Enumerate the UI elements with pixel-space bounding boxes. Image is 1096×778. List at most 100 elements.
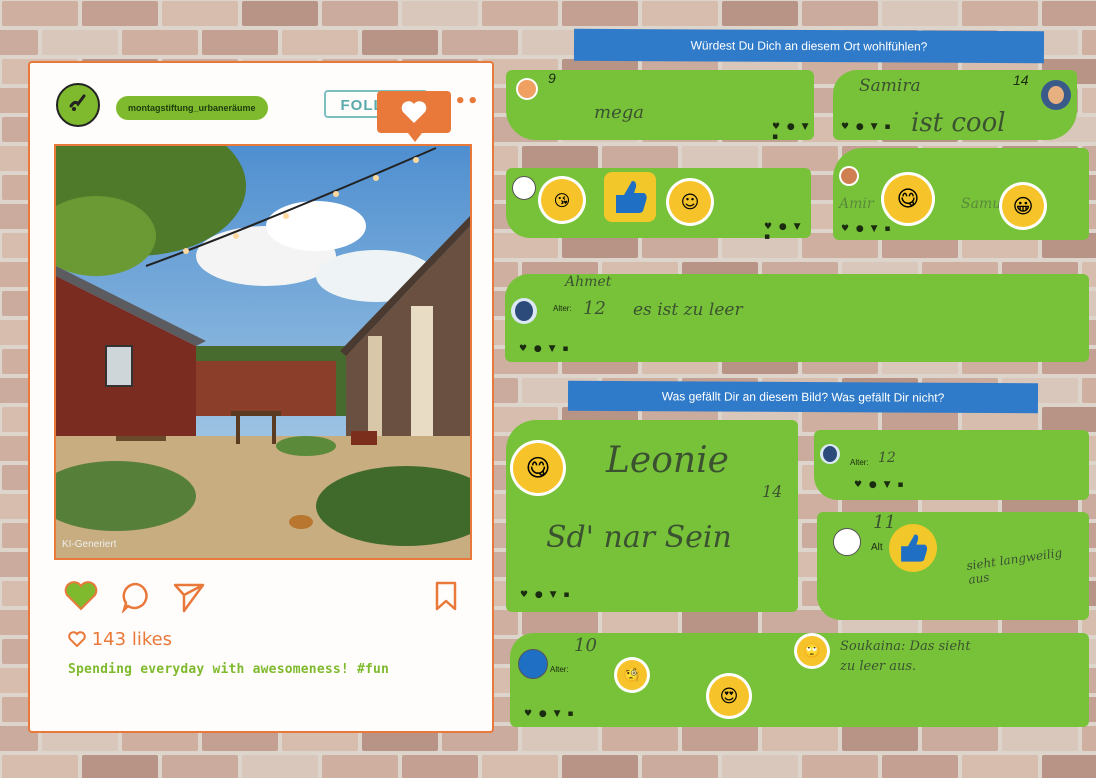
note-age: 12 — [583, 298, 606, 319]
brick — [922, 726, 998, 751]
note-handwriting: mega — [594, 102, 644, 123]
likes-text: 143 likes — [91, 629, 173, 650]
avatar-icon — [820, 444, 840, 464]
note-action-icons: ♥ ● ▼ ▪ — [520, 590, 572, 600]
brick — [682, 610, 758, 635]
brick — [562, 1, 638, 26]
rolling-eyes-emoji-icon: 🙄 — [794, 633, 830, 669]
note-age-label: Alter: — [550, 665, 569, 674]
note-name-2: Samu — [961, 196, 1002, 212]
note-handwriting-2: zu leer aus. — [840, 659, 917, 674]
heart-eyes-emoji-icon: 😍 — [706, 673, 752, 719]
note-handwriting-2: Sd' nar Sein — [546, 520, 732, 555]
brick — [162, 755, 238, 778]
smiley-emoji-icon: ☺ — [666, 178, 714, 226]
question-banner-2: Was gefällt Dir an diesem Bild? Was gefä… — [567, 380, 1039, 414]
brick — [642, 755, 718, 778]
brick — [1082, 88, 1096, 113]
brick — [82, 1, 158, 26]
brick — [2, 755, 78, 778]
brick — [842, 726, 918, 751]
note-age: 10 — [574, 635, 597, 656]
note-action-icons: ♥ ● ▼ ▪ — [519, 344, 571, 354]
winking-emoji-icon: 😋 — [510, 440, 566, 496]
brick — [82, 755, 158, 778]
photo-heart-overlay-icon — [377, 91, 451, 142]
kissing-face-emoji-icon: 😘 — [538, 176, 586, 224]
note-age: 12 — [878, 450, 896, 466]
avatar-placeholder — [833, 528, 861, 556]
brick — [42, 30, 118, 55]
brick — [602, 726, 678, 751]
brick — [442, 30, 518, 55]
note-age: 9 — [548, 70, 556, 86]
brick — [882, 1, 958, 26]
brick — [722, 1, 798, 26]
brick — [322, 1, 398, 26]
note-handwriting: es ist zu leer — [633, 300, 743, 320]
comment-note-6: 😋 Leonie 14 Sd' nar Sein ♥ ● ▼ ▪ — [506, 420, 798, 612]
note-action-icons: ♥ ● ▼ ▪ — [841, 122, 893, 132]
brick — [962, 1, 1038, 26]
avatar-icon — [839, 166, 859, 186]
avatar-icon — [516, 78, 538, 100]
brick — [802, 755, 878, 778]
avatar-icon — [511, 298, 537, 324]
brick — [282, 30, 358, 55]
question-banner-1: Würdest Du Dich an diesem Ort wohlfühlen… — [573, 28, 1045, 64]
brick — [1082, 378, 1096, 403]
thumbs-up-icon — [889, 524, 937, 572]
send-icon[interactable] — [172, 581, 206, 622]
brick — [682, 726, 758, 751]
brick — [1042, 755, 1096, 778]
brick — [882, 755, 958, 778]
note-age-label: Alt — [871, 542, 883, 553]
avatar-placeholder — [518, 649, 548, 679]
brick — [202, 30, 278, 55]
comment-note-7: Alter: 12 ♥ ● ▼ ▪ — [814, 430, 1089, 500]
avatar-placeholder — [512, 176, 536, 200]
brick — [562, 755, 638, 778]
photo-credit: KI-Generiert — [62, 539, 117, 550]
comment-note-9: Alter: 10 🧐 😍 🙄 Soukaina: Das sieht zu l… — [510, 633, 1089, 727]
brick — [642, 1, 718, 26]
comment-note-5: Ahmet Alter: 12 es ist zu leer ♥ ● ▼ ▪ — [505, 274, 1089, 362]
brick — [522, 610, 598, 635]
like-heart-icon[interactable] — [64, 581, 98, 620]
note-name: Amir — [839, 196, 874, 212]
thumbs-up-icon — [604, 172, 656, 222]
note-action-icons: ♥ ● ▼ ▪ — [524, 709, 576, 719]
post-card: montagstiftung_urbaneräume FOLLOW ••• KI… — [28, 61, 494, 733]
post-username[interactable]: montagstiftung_urbaneräume — [116, 96, 268, 120]
bookmark-icon[interactable] — [434, 581, 458, 620]
profile-avatar[interactable] — [56, 83, 100, 127]
likes-count: 143 likes — [68, 629, 172, 650]
comment-note-8: Alt 11 sieht langweilig aus — [817, 512, 1089, 620]
note-handwriting: sieht langweilig aus — [965, 545, 1063, 587]
comment-note-4: Amir 😋 Samu 😀 ♥ ● ▼ ▪ — [833, 148, 1089, 240]
brick — [242, 755, 318, 778]
comment-icon[interactable] — [120, 581, 152, 622]
note-action-icons: ♥ ● ▼ ▪ — [772, 122, 811, 142]
note-handwriting: Soukaina: Das sieht — [840, 639, 971, 654]
note-name: Samira — [859, 76, 921, 96]
note-age-label: Alter: — [850, 458, 869, 467]
brick — [322, 755, 398, 778]
note-age: 14 — [762, 482, 783, 501]
brick — [362, 30, 438, 55]
brick — [1002, 726, 1078, 751]
post-actions — [64, 581, 464, 617]
post-photo: KI-Generiert — [54, 144, 472, 560]
note-handwriting: Leonie — [606, 440, 729, 481]
courtyard-image — [56, 146, 470, 558]
note-name: Ahmet — [565, 274, 612, 290]
brick — [802, 1, 878, 26]
post-caption: Spending everyday with awesomeness! #fun — [68, 662, 390, 677]
note-handwriting: ist cool — [911, 108, 1006, 138]
comment-note-1: 9 mega ♥ ● ▼ ▪ — [506, 70, 814, 142]
note-action-icons: ♥ ● ▼ ▪ — [764, 222, 803, 242]
comment-note-2: Samira 14 ist cool ♥ ● ▼ ▪ — [833, 70, 1077, 140]
brick — [482, 1, 558, 26]
note-action-icons: ♥ ● ▼ ▪ — [841, 224, 893, 234]
brick — [402, 1, 478, 26]
